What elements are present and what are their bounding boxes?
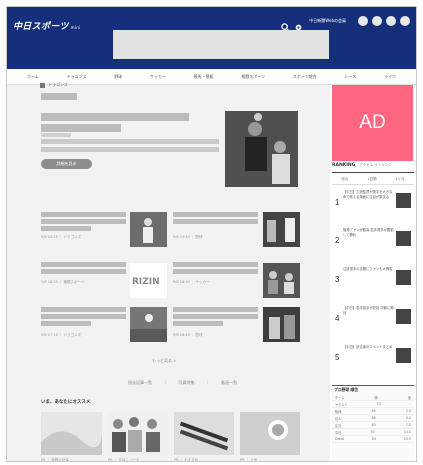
article-thumbnail[interactable] xyxy=(130,307,167,342)
header-tools: 中日新聞Webの会員 xyxy=(281,14,410,32)
more-link[interactable]: もっと見る ∨ xyxy=(152,358,176,364)
article-meta: 9/8 17:10 ｜ ドラゴンズ xyxy=(41,333,81,337)
recommend-thumbnail[interactable] xyxy=(240,412,300,455)
article-meta: 9/8 16:45 ｜ 野球 xyxy=(173,333,203,337)
tab-month[interactable]: 1ヶ月 xyxy=(395,177,404,182)
ranking-thumbnail xyxy=(396,193,411,208)
lead-article-image[interactable] xyxy=(225,111,298,187)
summary-line xyxy=(41,147,219,152)
headline-line[interactable] xyxy=(41,262,126,267)
headline-line[interactable] xyxy=(173,219,258,224)
headline-line[interactable] xyxy=(41,113,189,121)
article-meta: 9/8 19:40 ｜ 野球 xyxy=(173,235,203,239)
sidebar: AD RANKING アクセス ランキング 総合 1週間 1ヶ月 1 【中日】立浪… xyxy=(330,85,416,461)
ranking-heading: RANKING アクセス ランキング xyxy=(332,163,414,173)
archive-links[interactable]: 過去記事一覧 ｜ 写真特集 ｜ 動画一覧 xyxy=(128,380,237,386)
article-meta: 9/8 18:20 ｜ サッカー xyxy=(173,280,210,284)
global-nav: ホーム ドラゴンズ 野球 サッカー 競馬・競艇 格闘スポーツ スポーツ総合 レー… xyxy=(7,69,416,85)
ranking-item[interactable]: 1 【中日】立浪監督が選手を大きな声で称える場面に注目が集まる xyxy=(332,188,414,221)
headline-line[interactable] xyxy=(41,269,126,274)
article-thumbnail[interactable] xyxy=(263,212,300,247)
table-row[interactable]: 広島 63 7.5 xyxy=(332,422,414,429)
instagram-icon[interactable] xyxy=(400,16,410,26)
recommend-caption[interactable]: PR ｜ 話題の記事 xyxy=(41,458,69,461)
tab-all[interactable]: 総合 xyxy=(341,177,348,182)
article-thumbnail[interactable] xyxy=(263,263,300,298)
member-link[interactable]: 中日新聞Webの会員 xyxy=(309,18,346,24)
recommend-title: いま、あなたにオススメ xyxy=(41,400,91,405)
headline-line[interactable] xyxy=(41,124,121,132)
svg-text:RIZIN: RIZIN xyxy=(132,277,160,287)
headline-line[interactable] xyxy=(41,307,126,312)
nav-item[interactable]: 野球 xyxy=(114,74,122,80)
article-thumbnail[interactable] xyxy=(263,307,300,342)
nav-item[interactable]: レース xyxy=(344,74,356,80)
article-meta: 9/8 18:55 ｜ 格闘スポーツ xyxy=(41,280,85,284)
headline-line[interactable] xyxy=(173,262,258,267)
breadcrumb: ドラゴンズ xyxy=(40,82,68,88)
home-icon[interactable] xyxy=(40,82,45,88)
table-row[interactable]: 巨人 66 5.0 xyxy=(332,415,414,422)
search-icon[interactable] xyxy=(281,17,290,32)
site-logo[interactable]: 中日スポーツ mini xyxy=(13,19,80,32)
summary-line xyxy=(41,139,219,144)
category-label xyxy=(41,93,77,100)
page: 中日スポーツ mini 中日新聞Webの会員 ホーム ドラゴンズ 野球 サッカー … xyxy=(6,6,417,462)
table-row[interactable]: DeNA 54 15.5 xyxy=(332,436,414,443)
nav-item[interactable]: ドラゴンズ xyxy=(67,74,87,80)
headline-line[interactable] xyxy=(41,219,126,224)
line-icon[interactable] xyxy=(386,16,396,26)
ranking-item[interactable]: 4 【中日】若手投手が好投 次戦に期待 xyxy=(332,304,414,337)
table-row: チーム勝差 xyxy=(332,394,414,401)
headline-line[interactable] xyxy=(173,212,258,217)
recommend-thumbnail[interactable] xyxy=(41,412,102,455)
headline-line[interactable] xyxy=(173,269,258,274)
recommend-caption[interactable]: PR ｜ おすすめ xyxy=(174,458,198,461)
twitter-icon[interactable] xyxy=(372,16,382,26)
headline-line[interactable] xyxy=(173,314,258,319)
table-row[interactable]: 中日 55 14.0 xyxy=(332,429,414,436)
headline-line[interactable] xyxy=(41,321,91,326)
nav-item[interactable]: ライフ xyxy=(384,74,396,80)
main-content: ドラゴンズ 詳細を見る 9/8 20:15 ｜ ドラゴンズ 9/8 19:40 … xyxy=(7,82,330,461)
nav-item[interactable]: 競馬・競艇 xyxy=(194,74,214,80)
nav-item[interactable]: ホーム xyxy=(27,74,39,80)
headline-line[interactable] xyxy=(41,212,126,217)
ranking-thumbnail xyxy=(396,309,411,324)
headline-line[interactable] xyxy=(173,307,258,312)
headline-line[interactable] xyxy=(41,226,91,231)
ranking-thumbnail xyxy=(396,270,411,285)
recommend-thumbnail[interactable] xyxy=(174,412,234,455)
nav-item[interactable]: スポーツ総合 xyxy=(293,74,317,80)
headline-line[interactable] xyxy=(173,321,223,326)
headline-line[interactable] xyxy=(41,314,126,319)
recommend-caption[interactable]: PR ｜ 注目ニュース xyxy=(108,458,139,461)
article-thumbnail[interactable]: RIZIN xyxy=(130,263,167,298)
tab-week[interactable]: 1週間 xyxy=(367,177,376,182)
ranking-thumbnail xyxy=(396,348,411,363)
gear-icon[interactable] xyxy=(294,17,303,30)
table-row[interactable]: 阪神 69 2.5 xyxy=(332,408,414,415)
ranking-tabs: 総合 1週間 1ヶ月 xyxy=(332,175,414,185)
ranking-thumbnail xyxy=(396,231,411,246)
ranking-item[interactable]: 2 阪神ファンが歓喜 若手選手が躍動して勝利 xyxy=(332,226,414,259)
standings-title: プロ野球 順位 xyxy=(334,387,359,392)
ranking-item[interactable]: 5 【中日】試合後のコメントまとめ xyxy=(332,343,414,376)
site-header: 中日スポーツ mini 中日新聞Webの会員 xyxy=(7,7,416,69)
standings-table: プロ野球 順位 チーム勝差 ヤクルト 73- 阪神 69 2.5 巨人 66 5.0 広島… xyxy=(332,385,414,461)
facebook-icon[interactable] xyxy=(358,16,368,26)
sidebar-ad[interactable]: AD xyxy=(332,85,413,161)
header-banner-ad[interactable] xyxy=(113,30,329,59)
table-row[interactable]: ヤクルト 73- xyxy=(332,401,414,408)
recommend-caption[interactable]: PR ｜ 人気 xyxy=(240,458,257,461)
ranking-item[interactable]: 3 注目選手の活躍にファンも大興奮 xyxy=(332,265,414,298)
nav-item[interactable]: サッカー xyxy=(150,74,166,80)
recommend-thumbnail[interactable] xyxy=(108,412,168,455)
article-thumbnail[interactable] xyxy=(130,212,167,247)
nav-item[interactable]: 格闘スポーツ xyxy=(241,74,265,80)
date-line xyxy=(41,133,71,137)
article-meta: 9/8 20:15 ｜ ドラゴンズ xyxy=(41,235,81,239)
read-more-button[interactable]: 詳細を見る xyxy=(41,159,92,169)
